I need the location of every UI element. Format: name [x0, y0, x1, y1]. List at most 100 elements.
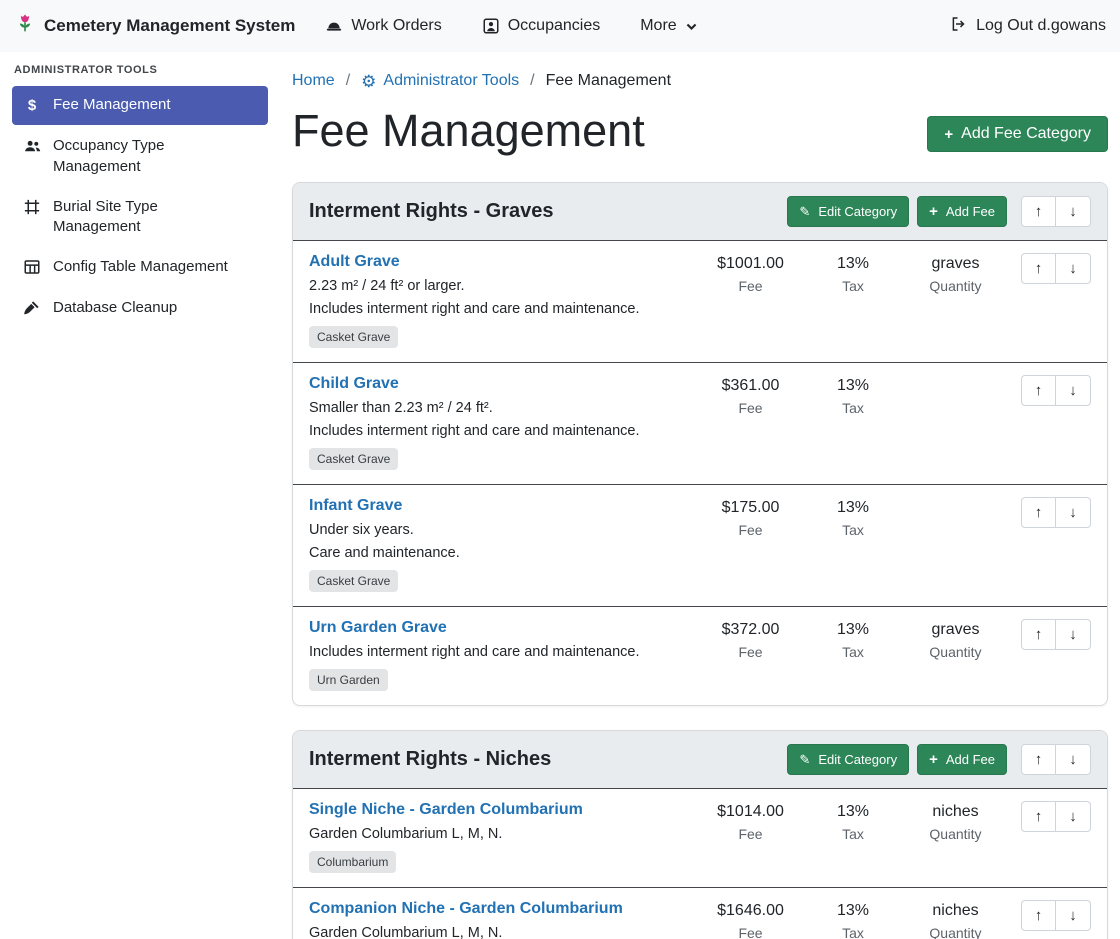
add-fee-button[interactable]: + Add Fee — [917, 744, 1007, 775]
move-category-down-button[interactable]: ↓ — [1056, 196, 1091, 227]
fee-type-badge: Casket Grave — [309, 326, 398, 348]
fee-description: Smaller than 2.23 m² / 24 ft². — [309, 400, 693, 416]
fee-info: Companion Niche - Garden Columbarium Gar… — [309, 900, 693, 939]
sidebar-item-burial-site-type-management[interactable]: Burial Site Type Management — [12, 188, 268, 247]
fee-amount: $1014.00 — [693, 803, 808, 821]
sidebar-item-config-table-management[interactable]: Config Table Management — [12, 248, 268, 286]
plus-icon: + — [929, 752, 938, 767]
page-title: Fee Management — [292, 104, 927, 158]
category-reorder-group: ↑ ↓ — [1021, 196, 1091, 227]
move-fee-down-button[interactable]: ↓ — [1056, 801, 1091, 832]
table-icon — [22, 258, 42, 276]
move-fee-up-button[interactable]: ↑ — [1021, 801, 1056, 832]
tax-label: Tax — [808, 925, 898, 939]
fee-amount-col: $372.00 Fee — [693, 619, 808, 660]
app-brand[interactable]: Cemetery Management System — [14, 13, 295, 40]
fee-description: Garden Columbarium L, M, N. — [309, 826, 693, 842]
move-fee-down-button[interactable]: ↓ — [1056, 497, 1091, 528]
fee-name-link[interactable]: Urn Garden Grave — [309, 619, 447, 637]
move-category-down-button[interactable]: ↓ — [1056, 744, 1091, 775]
frame-icon — [22, 198, 42, 216]
move-fee-up-button[interactable]: ↑ — [1021, 619, 1056, 650]
move-fee-down-button[interactable]: ↓ — [1056, 253, 1091, 284]
move-fee-up-button[interactable]: ↑ — [1021, 375, 1056, 406]
move-fee-down-button[interactable]: ↓ — [1056, 375, 1091, 406]
tax-col: 13% Tax — [808, 253, 898, 294]
tax-value: 13% — [808, 377, 898, 395]
edit-category-button[interactable]: ✎ Edit Category — [787, 744, 909, 775]
quantity-unit: graves — [898, 255, 1013, 273]
fee-reorder-group: ↑ ↓ — [1021, 801, 1091, 832]
pencil-icon: ✎ — [799, 205, 810, 218]
fee-reorder-group: ↑ ↓ — [1021, 497, 1091, 528]
fee-description: Care and maintenance. — [309, 545, 693, 561]
person-frame-icon — [482, 17, 500, 35]
fee-row: Child Grave Smaller than 2.23 m² / 24 ft… — [293, 362, 1107, 484]
add-fee-category-button[interactable]: + Add Fee Category — [927, 116, 1108, 152]
tax-col: 13% Tax — [808, 801, 898, 842]
category-header: Interment Rights - Niches ✎ Edit Categor… — [293, 731, 1107, 788]
breadcrumb-home-link[interactable]: Home — [292, 72, 335, 90]
fee-name-link[interactable]: Single Niche - Garden Columbarium — [309, 801, 583, 819]
fee-amount-label: Fee — [693, 522, 808, 538]
fee-description: 2.23 m² / 24 ft² or larger. — [309, 278, 693, 294]
tax-label: Tax — [808, 826, 898, 842]
fee-amount-col: $1646.00 Fee — [693, 900, 808, 939]
add-fee-button[interactable]: + Add Fee — [917, 196, 1007, 227]
sidebar-item-database-cleanup[interactable]: Database Cleanup — [12, 289, 268, 327]
fee-row: Infant Grave Under six years. Care and m… — [293, 484, 1107, 606]
broom-icon — [22, 299, 42, 317]
fee-amount-col: $361.00 Fee — [693, 375, 808, 416]
fee-description: Under six years. — [309, 522, 693, 538]
fee-amount: $175.00 — [693, 499, 808, 517]
users-icon — [22, 137, 42, 156]
category-card-niches: Interment Rights - Niches ✎ Edit Categor… — [292, 730, 1108, 939]
fee-type-badge: Columbarium — [309, 851, 396, 873]
breadcrumb: Home / ⚙ Administrator Tools / Fee Manag… — [292, 72, 1108, 90]
quantity-col — [898, 375, 1013, 377]
fee-amount-label: Fee — [693, 826, 808, 842]
sidebar-item-fee-management[interactable]: $ Fee Management — [12, 86, 268, 125]
plus-icon: + — [929, 204, 938, 219]
fee-name-link[interactable]: Adult Grave — [309, 253, 400, 271]
tax-value: 13% — [808, 499, 898, 517]
fee-name-link[interactable]: Child Grave — [309, 375, 399, 393]
category-title: Interment Rights - Graves — [309, 200, 779, 223]
fee-name-link[interactable]: Companion Niche - Garden Columbarium — [309, 900, 623, 918]
nav-work-orders[interactable]: Work Orders — [325, 17, 441, 35]
fee-description: Includes interment right and care and ma… — [309, 301, 693, 317]
category-reorder-group: ↑ ↓ — [1021, 744, 1091, 775]
move-fee-down-button[interactable]: ↓ — [1056, 619, 1091, 650]
fee-name-link[interactable]: Infant Grave — [309, 497, 402, 515]
chevron-down-icon — [685, 20, 698, 33]
move-category-up-button[interactable]: ↑ — [1021, 196, 1056, 227]
logout-icon — [950, 15, 968, 38]
title-row: Fee Management + Add Fee Category — [292, 104, 1108, 158]
quantity-label: Quantity — [898, 644, 1013, 660]
edit-category-button[interactable]: ✎ Edit Category — [787, 196, 909, 227]
breadcrumb-admin-tools-link[interactable]: ⚙ Administrator Tools — [361, 72, 519, 90]
fee-amount: $1001.00 — [693, 255, 808, 273]
fee-type-badge: Casket Grave — [309, 448, 398, 470]
quantity-label: Quantity — [898, 278, 1013, 294]
fee-info: Urn Garden Grave Includes interment righ… — [309, 619, 693, 691]
move-category-up-button[interactable]: ↑ — [1021, 744, 1056, 775]
fee-type-badge: Urn Garden — [309, 669, 388, 691]
nav-more[interactable]: More — [640, 17, 697, 35]
move-fee-down-button[interactable]: ↓ — [1056, 900, 1091, 931]
tax-col: 13% Tax — [808, 375, 898, 416]
move-fee-up-button[interactable]: ↑ — [1021, 900, 1056, 931]
dollar-icon: $ — [22, 96, 42, 116]
fee-amount-col: $175.00 Fee — [693, 497, 808, 538]
nav-occupancies[interactable]: Occupancies — [482, 17, 601, 35]
tax-value: 13% — [808, 621, 898, 639]
tax-label: Tax — [808, 644, 898, 660]
breadcrumb-separator: / — [335, 72, 361, 90]
move-fee-up-button[interactable]: ↑ — [1021, 497, 1056, 528]
quantity-unit: graves — [898, 621, 1013, 639]
sidebar-item-occupancy-type-management[interactable]: Occupancy Type Management — [12, 127, 268, 186]
logout-button[interactable]: Log Out d.gowans — [950, 15, 1106, 38]
category-title: Interment Rights - Niches — [309, 748, 779, 771]
tax-value: 13% — [808, 902, 898, 920]
move-fee-up-button[interactable]: ↑ — [1021, 253, 1056, 284]
